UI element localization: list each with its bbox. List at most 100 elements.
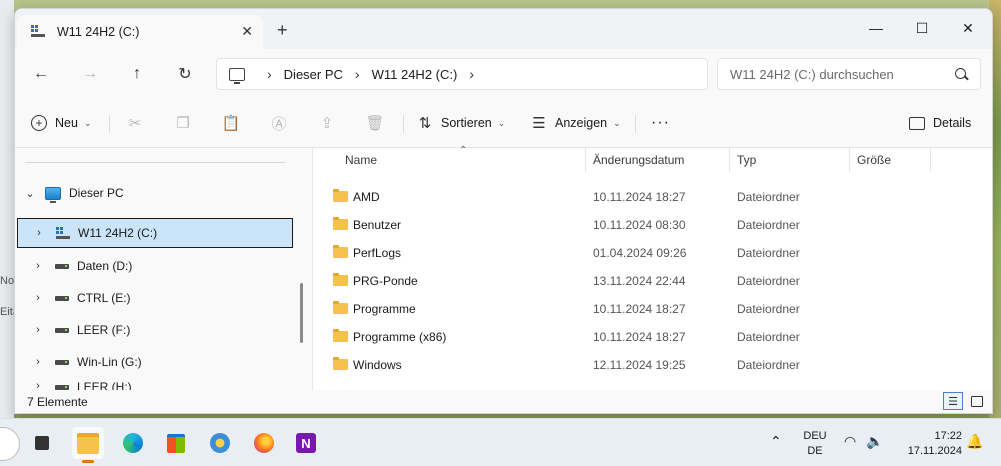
new-button[interactable]: + Neu ⌄ <box>31 109 91 137</box>
chevron-right-icon[interactable]: › <box>33 260 43 272</box>
status-bar: 7 Elemente ☰ <box>15 390 992 413</box>
file-name: AMD <box>353 190 380 204</box>
rename-button[interactable]: Ⓐ <box>271 109 287 137</box>
breadcrumb-dieser-pc[interactable]: Dieser PC <box>284 67 343 82</box>
table-row[interactable]: AMD 10.11.2024 18:27 Dateiordner <box>313 183 992 211</box>
active-indicator <box>82 460 94 463</box>
column-divider[interactable] <box>729 148 730 172</box>
drive-c-icon <box>31 25 45 39</box>
copy-button[interactable]: ❐ <box>175 109 191 137</box>
nav-item-drive-c[interactable]: › W11 24H2 (C:) <box>17 218 293 248</box>
tab-close-icon[interactable]: ✕ <box>241 23 253 40</box>
chevron-right-icon[interactable]: › <box>33 292 43 304</box>
nav-item-drive-e[interactable]: › CTRL (E:) <box>17 283 293 313</box>
column-type[interactable]: Typ <box>737 148 756 172</box>
close-button[interactable]: ✕ <box>945 15 991 41</box>
drive-icon <box>55 359 69 365</box>
folder-icon <box>333 245 348 258</box>
details-label: Details <box>933 116 972 130</box>
speaker-icon[interactable]: 🔈 <box>866 433 883 450</box>
column-date[interactable]: Änderungsdatum <box>593 148 684 172</box>
delete-button[interactable]: 🗑 <box>365 109 385 137</box>
details-button[interactable]: Details <box>909 109 971 137</box>
taskbar-explorer[interactable] <box>72 427 104 463</box>
table-row[interactable]: Windows 12.11.2024 19:25 Dateiordner <box>313 351 992 379</box>
nav-scrollbar[interactable] <box>300 283 303 343</box>
column-name[interactable]: Name <box>345 148 377 172</box>
taskbar: N ⌃ DEU DE ◠ 🔈 17:22 17.11.2024 🔔 <box>0 418 1001 466</box>
up-button[interactable]: ↑ <box>123 61 151 87</box>
table-row[interactable]: PerfLogs 01.04.2024 09:26 Dateiordner <box>313 239 992 267</box>
tray-chevron-up-icon[interactable]: ⌃ <box>770 433 782 450</box>
language-code[interactable]: DEU <box>800 430 830 442</box>
taskbar-onenote[interactable]: N <box>290 427 322 459</box>
taskbar-firefox[interactable] <box>248 427 280 459</box>
search-taskbar-button[interactable] <box>0 427 20 461</box>
paste-button[interactable]: 📋 <box>222 109 241 137</box>
minimize-button[interactable]: — <box>853 15 899 41</box>
nav-label: W11 24H2 (C:) <box>78 226 158 240</box>
taskbar-settings[interactable] <box>204 427 236 459</box>
nav-label: Daten (D:) <box>77 259 133 273</box>
toolbar-divider <box>403 115 404 133</box>
file-list: ⌃ Name Änderungsdatum Typ Größe AMD 10.1… <box>313 145 992 390</box>
details-view-button[interactable]: ☰ <box>943 392 963 410</box>
column-divider[interactable] <box>930 148 931 172</box>
new-tab-button[interactable]: + <box>277 21 288 39</box>
breadcrumb-separator[interactable]: › <box>469 66 474 82</box>
cut-button[interactable]: ✂ <box>127 109 143 137</box>
scissors-icon: ✂ <box>128 115 142 132</box>
firefox-icon <box>254 433 274 453</box>
sort-icon: ⇅ <box>418 115 432 132</box>
sort-button[interactable]: ⇅ Sortieren ⌄ <box>417 109 506 137</box>
table-row[interactable]: Programme (x86) 10.11.2024 18:27 Dateior… <box>313 323 992 351</box>
folder-icon <box>333 357 348 370</box>
task-view-button[interactable] <box>26 427 58 459</box>
notification-bell-icon[interactable]: 🔔 <box>966 433 983 450</box>
wifi-icon[interactable]: ◠ <box>844 433 856 450</box>
taskbar-store[interactable] <box>160 427 192 459</box>
search-input[interactable] <box>728 65 952 83</box>
back-button[interactable]: ← <box>27 61 55 87</box>
more-options-button[interactable]: ··· <box>651 109 670 137</box>
nav-item-drive-f[interactable]: › LEER (F:) <box>17 315 293 345</box>
store-icon <box>167 433 185 453</box>
column-divider[interactable] <box>585 148 586 172</box>
forward-button[interactable]: → <box>76 61 104 87</box>
table-row[interactable]: Programme 10.11.2024 18:27 Dateiordner <box>313 295 992 323</box>
clock-time[interactable]: 17:22 <box>896 430 962 442</box>
nav-label: Dieser PC <box>69 186 124 200</box>
view-button[interactable]: ☰ Anzeigen ⌄ <box>531 109 620 137</box>
maximize-button[interactable]: ☐ <box>899 15 945 41</box>
chevron-right-icon[interactable]: › <box>33 356 43 368</box>
navigation-bar: ← → ↑ ↻ › Dieser PC › W11 24H2 (C:) › <box>15 49 992 99</box>
nav-item-drive-g[interactable]: › Win-Lin (G:) <box>17 347 293 377</box>
table-row[interactable]: Benutzer 10.11.2024 08:30 Dateiordner <box>313 211 992 239</box>
trash-icon: 🗑 <box>365 115 385 132</box>
chevron-right-icon[interactable]: › <box>33 324 43 336</box>
list-view-icon: ☰ <box>948 395 958 408</box>
view-lines-icon: ☰ <box>532 115 546 132</box>
address-bar[interactable]: › Dieser PC › W11 24H2 (C:) › <box>216 58 708 90</box>
tiles-view-button[interactable] <box>967 392 987 410</box>
table-row[interactable]: PRG-Ponde 13.11.2024 22:44 Dateiordner <box>313 267 992 295</box>
folder-icon <box>333 329 348 342</box>
taskbar-edge[interactable] <box>117 427 149 459</box>
sort-up-icon: ⌃ <box>459 145 468 156</box>
breadcrumb-drive-c[interactable]: W11 24H2 (C:) <box>372 67 458 82</box>
chevron-down-icon[interactable]: ⌄ <box>25 187 35 200</box>
tab-drive-c[interactable]: W11 24H2 (C:) ✕ <box>17 15 263 49</box>
toolbar-divider <box>109 115 110 133</box>
column-divider[interactable] <box>849 148 850 172</box>
share-button[interactable]: ⇪ <box>319 109 335 137</box>
column-size[interactable]: Größe <box>857 148 891 172</box>
search-box[interactable] <box>717 58 981 90</box>
nav-item-drive-d[interactable]: › Daten (D:) <box>17 251 293 281</box>
chevron-right-icon[interactable]: › <box>34 227 44 239</box>
tiles-view-icon <box>971 395 983 407</box>
file-name: Windows <box>353 358 402 372</box>
language-region[interactable]: DE <box>800 445 830 457</box>
refresh-button[interactable]: ↻ <box>171 61 199 87</box>
nav-item-dieser-pc[interactable]: ⌄ Dieser PC <box>17 178 293 208</box>
clock-date[interactable]: 17.11.2024 <box>896 445 962 457</box>
